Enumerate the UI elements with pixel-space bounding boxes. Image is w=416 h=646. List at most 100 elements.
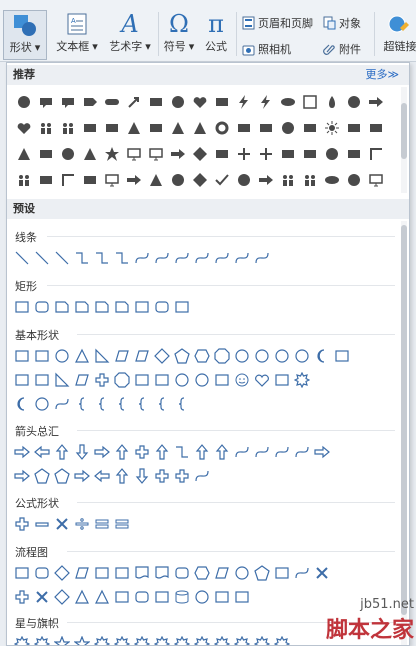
fc-shape[interactable] (313, 564, 330, 581)
recommended-shape[interactable] (103, 145, 120, 162)
fc-shape[interactable] (173, 588, 190, 605)
stars-shape[interactable] (13, 635, 30, 645)
basic-shape[interactable] (173, 371, 190, 388)
recommended-shape[interactable] (37, 93, 54, 110)
recommended-shape[interactable] (147, 93, 164, 110)
arr-shape[interactable] (213, 443, 230, 460)
fc-shape[interactable] (293, 564, 310, 581)
fc-shape[interactable] (193, 588, 210, 605)
basic-shape[interactable] (93, 347, 110, 364)
basic-shape[interactable] (93, 395, 110, 412)
fc-shape[interactable] (33, 564, 50, 581)
recommended-shape[interactable] (301, 145, 318, 162)
lines-shape[interactable] (213, 249, 230, 266)
basic-shape[interactable] (53, 395, 70, 412)
fc-shape[interactable] (53, 564, 70, 581)
basic-shape[interactable] (173, 395, 190, 412)
stars-shape[interactable] (53, 635, 70, 645)
lines-shape[interactable] (173, 249, 190, 266)
recommended-shape[interactable] (103, 119, 120, 136)
stars-shape[interactable] (153, 635, 170, 645)
stars-shape[interactable] (193, 635, 210, 645)
fc-shape[interactable] (233, 588, 250, 605)
recommended-shape[interactable] (323, 119, 340, 136)
recommended-shape[interactable] (191, 119, 208, 136)
recommended-shape[interactable] (323, 171, 340, 188)
recommended-shape[interactable] (191, 145, 208, 162)
arr-shape[interactable] (133, 443, 150, 460)
arr-shape[interactable] (193, 467, 210, 484)
recommended-shape[interactable] (213, 119, 230, 136)
recommended-shape[interactable] (213, 93, 230, 110)
recommended-shape[interactable] (257, 93, 274, 110)
lines-shape[interactable] (253, 249, 270, 266)
basic-shape[interactable] (13, 395, 30, 412)
arr-shape[interactable] (13, 443, 30, 460)
basic-shape[interactable] (333, 347, 350, 364)
recommended-shape[interactable] (59, 145, 76, 162)
arr-shape[interactable] (13, 467, 30, 484)
eq-shape[interactable] (73, 515, 90, 532)
arr-shape[interactable] (173, 443, 190, 460)
basic-shape[interactable] (73, 371, 90, 388)
lines-shape[interactable] (33, 249, 50, 266)
stars-shape[interactable] (33, 635, 50, 645)
basic-shape[interactable] (93, 371, 110, 388)
basic-shape[interactable] (153, 347, 170, 364)
basic-shape[interactable] (133, 395, 150, 412)
fc-shape[interactable] (13, 588, 30, 605)
rects-shape[interactable] (113, 298, 130, 315)
eq-shape[interactable] (93, 515, 110, 532)
attachment-button[interactable]: 附件 (323, 40, 361, 58)
lines-shape[interactable] (133, 249, 150, 266)
fc-shape[interactable] (53, 588, 70, 605)
basic-shape[interactable] (113, 395, 130, 412)
symbol-button[interactable]: Ω 符号 ▾ (163, 10, 195, 60)
recommended-scroll-thumb[interactable] (401, 103, 407, 159)
eq-shape[interactable] (13, 515, 30, 532)
arr-shape[interactable] (113, 443, 130, 460)
recommended-shape[interactable] (37, 171, 54, 188)
basic-shape[interactable] (153, 395, 170, 412)
rects-shape[interactable] (13, 298, 30, 315)
recommended-shape[interactable] (345, 93, 362, 110)
stars-shape[interactable] (73, 635, 90, 645)
recommended-shape[interactable] (37, 145, 54, 162)
stars-shape[interactable] (113, 635, 130, 645)
recommended-shape[interactable] (147, 119, 164, 136)
recommended-shape[interactable] (257, 119, 274, 136)
recommended-shape[interactable] (125, 171, 142, 188)
wordart-button[interactable]: A 艺术字 ▾ (106, 10, 154, 60)
fc-shape[interactable] (133, 588, 150, 605)
recommended-shape[interactable] (169, 119, 186, 136)
recommended-shape[interactable] (37, 119, 54, 136)
lines-shape[interactable] (233, 249, 250, 266)
recommended-shape[interactable] (213, 171, 230, 188)
recommended-shape[interactable] (279, 145, 296, 162)
basic-shape[interactable] (113, 371, 130, 388)
basic-shape[interactable] (113, 347, 130, 364)
arr-shape[interactable] (133, 467, 150, 484)
recommended-shape[interactable] (169, 145, 186, 162)
arr-shape[interactable] (173, 467, 190, 484)
fc-shape[interactable] (133, 564, 150, 581)
recommended-shape[interactable] (235, 93, 252, 110)
stars-shape[interactable] (213, 635, 230, 645)
recommended-shape[interactable] (125, 93, 142, 110)
lines-shape[interactable] (153, 249, 170, 266)
lines-shape[interactable] (53, 249, 70, 266)
rects-shape[interactable] (173, 298, 190, 315)
basic-shape[interactable] (173, 347, 190, 364)
basic-shape[interactable] (273, 347, 290, 364)
arr-shape[interactable] (293, 443, 310, 460)
basic-shape[interactable] (133, 371, 150, 388)
basic-shape[interactable] (213, 347, 230, 364)
recommended-shape[interactable] (367, 145, 384, 162)
recommended-shape[interactable] (367, 119, 384, 136)
arr-shape[interactable] (113, 467, 130, 484)
basic-shape[interactable] (53, 347, 70, 364)
lines-shape[interactable] (193, 249, 210, 266)
hyperlink-button[interactable]: 超链接 (380, 10, 416, 60)
arr-shape[interactable] (33, 467, 50, 484)
recommended-shape[interactable] (15, 119, 32, 136)
